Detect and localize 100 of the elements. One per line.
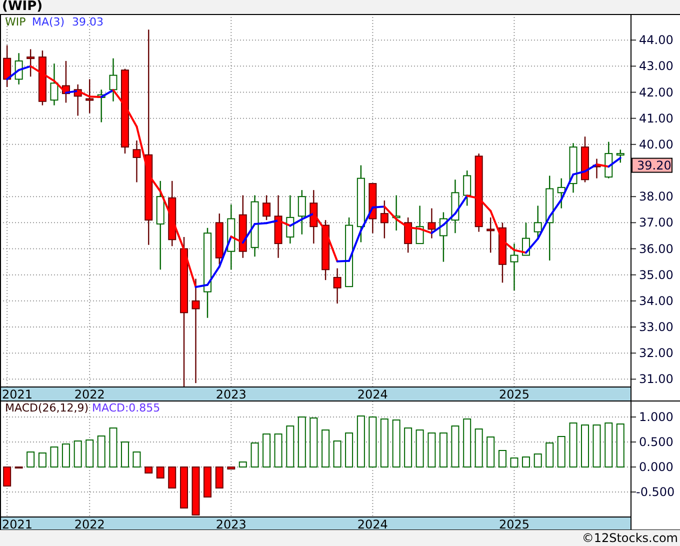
histogram-bar bbox=[404, 428, 412, 468]
histogram-bar bbox=[463, 418, 472, 468]
histogram-bar bbox=[416, 430, 424, 468]
axis-label: 38.00 bbox=[639, 190, 674, 204]
histogram-bar bbox=[26, 452, 35, 468]
candlestick bbox=[581, 136, 589, 182]
histogram-bar bbox=[356, 416, 365, 468]
histogram-bar bbox=[298, 416, 306, 468]
axis-label: 2023 bbox=[216, 388, 246, 402]
candlestick bbox=[510, 244, 518, 290]
candlestick bbox=[132, 140, 141, 182]
histogram-bar bbox=[345, 432, 354, 468]
candlestick bbox=[322, 220, 330, 280]
legend-label: WIP bbox=[5, 16, 26, 28]
histogram-bar bbox=[604, 422, 613, 468]
candlestick bbox=[557, 178, 566, 208]
candlestick bbox=[451, 180, 460, 234]
histogram-bar bbox=[557, 436, 566, 468]
legend-value: 39.03 bbox=[72, 16, 104, 28]
candlestick bbox=[14, 53, 23, 84]
candlestick bbox=[86, 79, 94, 114]
candlestick bbox=[26, 49, 35, 77]
last-price-label: 39.20 bbox=[632, 158, 672, 173]
candlestick bbox=[262, 195, 271, 220]
histogram-bar bbox=[581, 424, 589, 468]
histogram-bar bbox=[522, 456, 530, 468]
candlestick bbox=[298, 190, 306, 234]
candlestick bbox=[345, 217, 354, 288]
candlestick bbox=[97, 90, 106, 122]
axis-label: 33.00 bbox=[639, 320, 674, 334]
histogram-bar bbox=[50, 446, 58, 468]
candlestick bbox=[569, 143, 578, 193]
axis-label: 2023 bbox=[216, 518, 246, 530]
candlestick bbox=[168, 180, 176, 246]
histogram-bar bbox=[368, 416, 377, 468]
axis-label: 37.00 bbox=[639, 216, 674, 230]
histogram-bar bbox=[428, 432, 436, 468]
axis-label: 0.500 bbox=[639, 435, 674, 449]
legend-value: MACD:0.855 bbox=[92, 402, 160, 414]
axis-label: 2024 bbox=[357, 388, 388, 402]
candlestick bbox=[286, 195, 294, 244]
axis-label: 2022 bbox=[74, 518, 105, 530]
candlestick bbox=[74, 84, 82, 116]
histogram-bar bbox=[3, 466, 12, 486]
histogram-bar bbox=[498, 450, 506, 468]
candlestick bbox=[428, 208, 436, 238]
histogram-bar bbox=[451, 426, 460, 468]
histogram-bar bbox=[109, 428, 118, 468]
candlestick bbox=[215, 214, 224, 264]
histogram-bar bbox=[250, 442, 259, 468]
candlestick bbox=[109, 58, 118, 102]
histogram-bar bbox=[474, 428, 483, 468]
axis-label: -0.500 bbox=[636, 485, 675, 499]
axis-label: 44.00 bbox=[639, 33, 674, 48]
histogram-bar bbox=[180, 466, 188, 508]
histogram-bar bbox=[322, 430, 330, 468]
histogram-bar bbox=[132, 452, 141, 468]
candlestick bbox=[333, 268, 342, 304]
histogram-bar bbox=[86, 440, 94, 468]
candlestick bbox=[463, 170, 472, 206]
histogram-bar bbox=[286, 426, 294, 468]
histogram-bar bbox=[616, 424, 624, 468]
axis-label: 32.00 bbox=[639, 346, 674, 360]
candlestick bbox=[498, 222, 506, 283]
histogram-bar bbox=[392, 420, 400, 468]
axis-label: 2021 bbox=[2, 518, 33, 530]
histogram-bar bbox=[238, 462, 247, 468]
histogram-bar bbox=[74, 440, 82, 468]
histogram-bar bbox=[62, 444, 70, 468]
candlestick bbox=[404, 217, 412, 253]
candlestick bbox=[592, 158, 601, 178]
histogram-bar bbox=[227, 466, 236, 470]
candlestick bbox=[439, 212, 448, 262]
axis-label: 0.000 bbox=[639, 460, 674, 474]
histogram-bar bbox=[592, 424, 601, 468]
histogram-bar bbox=[262, 434, 271, 468]
histogram-bar bbox=[274, 434, 282, 468]
candlestick bbox=[604, 142, 613, 178]
legend-label: MACD(26,12,9) bbox=[5, 402, 89, 414]
histogram-bar bbox=[168, 466, 176, 488]
axis-label: 2021 bbox=[2, 388, 33, 402]
histogram-bar bbox=[333, 440, 342, 468]
candlestick bbox=[534, 206, 542, 238]
histogram-bar bbox=[204, 466, 212, 498]
histogram-bar bbox=[192, 466, 200, 516]
axis-label: 35.00 bbox=[639, 268, 674, 282]
histogram-bar bbox=[38, 452, 46, 468]
candlestick bbox=[522, 222, 530, 256]
histogram-bar bbox=[97, 436, 106, 468]
candlestick bbox=[416, 206, 424, 244]
axis-label: 2025 bbox=[498, 388, 530, 402]
histogram-bar bbox=[120, 442, 129, 468]
legend-label: MA(3) bbox=[32, 16, 65, 28]
axis-label: 36.00 bbox=[639, 242, 674, 256]
axis-label: 41.00 bbox=[639, 111, 674, 126]
axis-label: 31.00 bbox=[639, 372, 674, 386]
histogram-bar bbox=[144, 466, 153, 474]
candlestick bbox=[310, 190, 318, 244]
candlestick bbox=[368, 183, 377, 234]
chart-title: (WIP) bbox=[2, 0, 43, 14]
